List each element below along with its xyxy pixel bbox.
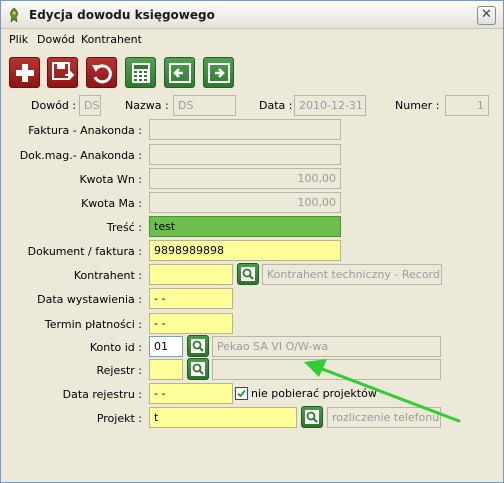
app-window: Edycja dowodu księgowego ✕ Plik Dowód Ko…	[0, 0, 504, 483]
annotation-arrow	[304, 359, 461, 423]
